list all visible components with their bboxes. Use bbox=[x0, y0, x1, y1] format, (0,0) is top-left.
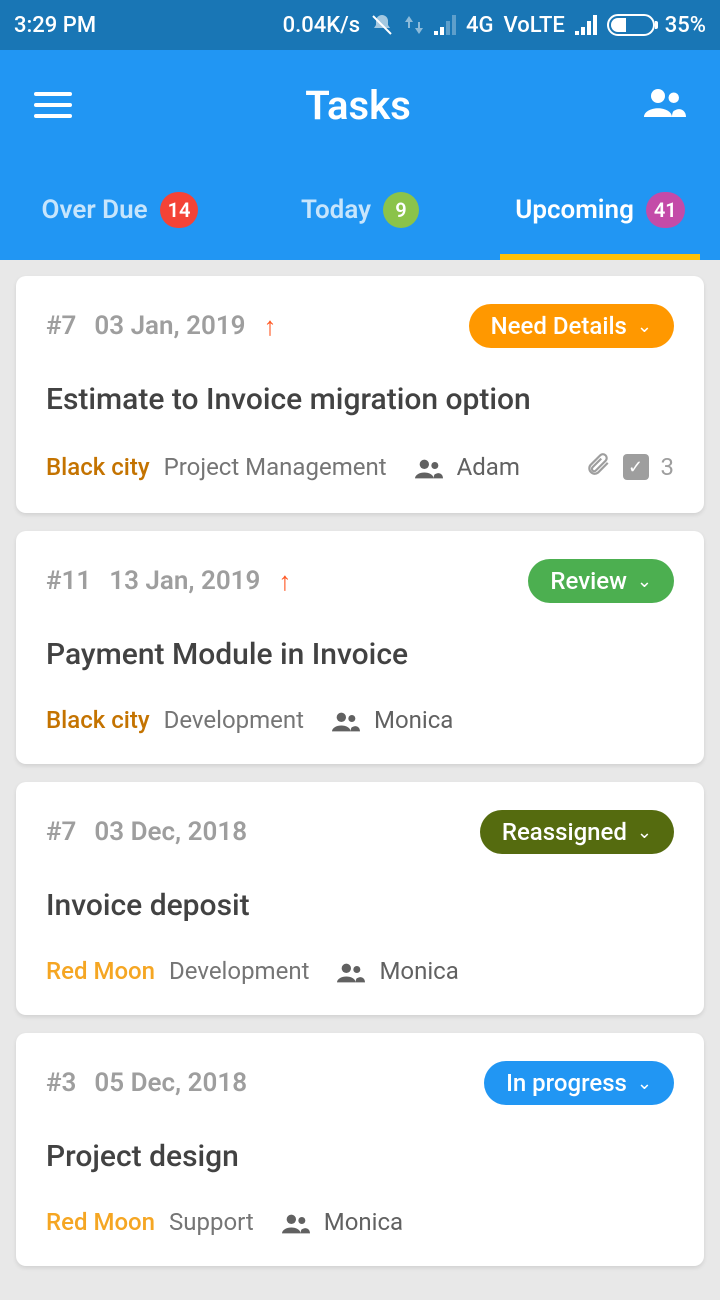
app-header: Tasks Over Due 14 Today 9 Upcoming 41 bbox=[0, 50, 720, 260]
status-net: 4G bbox=[466, 13, 494, 38]
assignee-name: Monica bbox=[379, 957, 458, 985]
status-netspeed: 0.04K/s bbox=[283, 13, 360, 38]
task-date: 03 Dec, 2018 bbox=[94, 817, 247, 847]
assignee-name: Monica bbox=[374, 706, 453, 734]
tabs: Over Due 14 Today 9 Upcoming 41 bbox=[0, 160, 720, 260]
project-name: Development bbox=[164, 706, 304, 734]
tab-badge: 9 bbox=[383, 192, 419, 228]
project-name: Development bbox=[169, 957, 309, 985]
priority-up-icon: ↑ bbox=[278, 566, 291, 597]
task-id: #7 bbox=[46, 817, 76, 847]
chevron-down-icon: ⌄ bbox=[637, 316, 652, 337]
status-time: 3:29 PM bbox=[14, 13, 96, 38]
signal-icon-2 bbox=[575, 15, 597, 35]
android-status-bar: 3:29 PM 0.04K/s 4G VoLTE 35% bbox=[0, 0, 720, 50]
task-card[interactable]: #11 13 Jan, 2019 ↑ Review ⌄ Payment Module in… bbox=[16, 531, 704, 764]
tab-label: Over Due bbox=[42, 195, 148, 225]
client-name[interactable]: Black city bbox=[46, 453, 150, 481]
attachment-icon bbox=[585, 451, 611, 483]
status-volte: VoLTE bbox=[504, 13, 565, 38]
task-list: #7 03 Jan, 2019 ↑ Need Details ⌄ Estimate to … bbox=[0, 260, 720, 1300]
page-title: Tasks bbox=[305, 82, 411, 129]
people-button[interactable] bbox=[644, 87, 686, 123]
task-date: 03 Jan, 2019 bbox=[94, 311, 245, 341]
assignee-name: Monica bbox=[324, 1208, 403, 1236]
people-icon bbox=[415, 453, 443, 481]
chevron-down-icon: ⌄ bbox=[637, 822, 652, 843]
menu-button[interactable] bbox=[34, 92, 72, 118]
data-icon bbox=[404, 14, 424, 36]
battery-icon bbox=[607, 14, 655, 36]
client-name[interactable]: Red Moon bbox=[46, 1208, 155, 1236]
status-label: Review bbox=[550, 567, 627, 595]
status-battery: 35% bbox=[665, 13, 706, 38]
tab-today[interactable]: Today 9 bbox=[240, 160, 480, 260]
people-icon bbox=[332, 706, 360, 734]
task-date: 13 Jan, 2019 bbox=[109, 566, 260, 596]
tab-badge: 14 bbox=[160, 192, 199, 228]
status-label: Reassigned bbox=[502, 818, 627, 846]
signal-icon-1 bbox=[434, 15, 456, 35]
project-name: Project Management bbox=[164, 453, 387, 481]
task-title: Estimate to Invoice migration option bbox=[46, 382, 674, 417]
status-dropdown[interactable]: Need Details ⌄ bbox=[469, 304, 674, 348]
task-card[interactable]: #3 05 Dec, 2018 In progress ⌄ Project design… bbox=[16, 1033, 704, 1266]
task-card[interactable]: #7 03 Jan, 2019 ↑ Need Details ⌄ Estimate to … bbox=[16, 276, 704, 513]
task-id: #7 bbox=[46, 311, 76, 341]
project-name: Support bbox=[169, 1208, 254, 1236]
task-id: #11 bbox=[46, 566, 91, 596]
chevron-down-icon: ⌄ bbox=[637, 571, 652, 592]
status-dropdown[interactable]: In progress ⌄ bbox=[484, 1061, 674, 1105]
priority-up-icon: ↑ bbox=[264, 311, 277, 342]
task-title: Project design bbox=[46, 1139, 674, 1174]
tab-badge: 41 bbox=[646, 192, 685, 228]
tab-overdue[interactable]: Over Due 14 bbox=[0, 160, 240, 260]
task-title: Invoice deposit bbox=[46, 888, 674, 923]
status-dropdown[interactable]: Review ⌄ bbox=[528, 559, 674, 603]
people-icon bbox=[282, 1208, 310, 1236]
client-name[interactable]: Red Moon bbox=[46, 957, 155, 985]
people-icon bbox=[337, 957, 365, 985]
task-date: 05 Dec, 2018 bbox=[94, 1068, 247, 1098]
client-name[interactable]: Black city bbox=[46, 706, 150, 734]
status-label: In progress bbox=[506, 1069, 627, 1097]
status-label: Need Details bbox=[491, 312, 627, 340]
task-card[interactable]: #7 03 Dec, 2018 Reassigned ⌄ Invoice deposit… bbox=[16, 782, 704, 1015]
task-id: #3 bbox=[46, 1068, 76, 1098]
assignee-name: Adam bbox=[457, 453, 520, 481]
task-title: Payment Module in Invoice bbox=[46, 637, 674, 672]
check-count: 3 bbox=[661, 453, 675, 481]
check-icon: ✓ bbox=[623, 454, 649, 480]
tab-label: Today bbox=[301, 195, 371, 225]
chevron-down-icon: ⌄ bbox=[637, 1073, 652, 1094]
status-dropdown[interactable]: Reassigned ⌄ bbox=[480, 810, 674, 854]
mute-icon bbox=[370, 13, 394, 37]
tab-label: Upcoming bbox=[515, 195, 634, 225]
tab-upcoming[interactable]: Upcoming 41 bbox=[480, 160, 720, 260]
